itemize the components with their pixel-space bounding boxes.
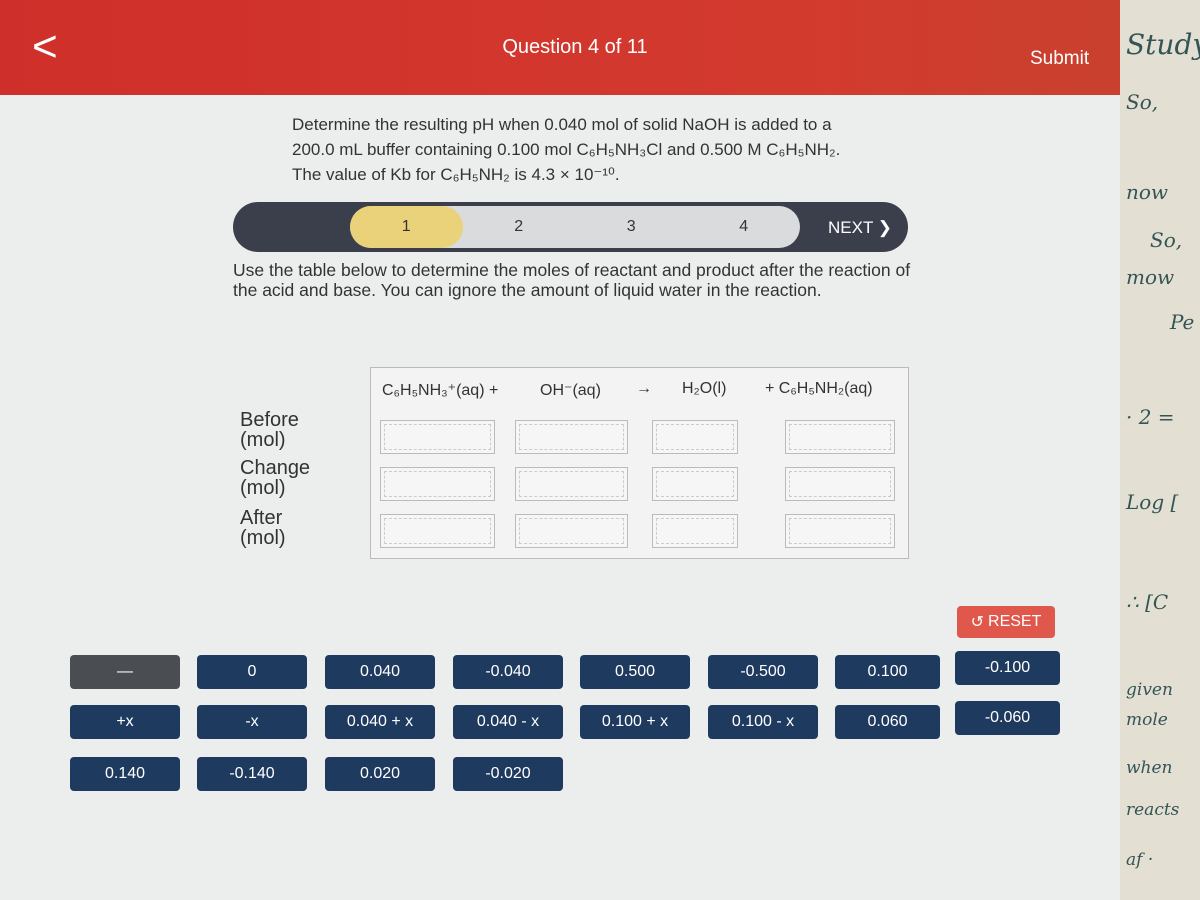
note-line: af · [1126,850,1154,870]
answer-tile[interactable]: -0.140 [197,757,307,791]
answer-tile[interactable]: 0.040 [325,655,435,689]
answer-tile[interactable]: 0.100 + x [580,705,690,739]
answer-drop-cell[interactable] [652,420,738,454]
question-counter: Question 4 of 11 [502,36,648,58]
answer-drop-cell[interactable] [380,420,495,454]
chevron-left-icon[interactable]: < [32,22,58,72]
row-label-before: Before (mol) [240,409,299,451]
answer-drop-cell[interactable] [380,514,495,548]
answer-tile[interactable]: 0.140 [70,757,180,791]
answer-tile[interactable]: 0.100 [835,655,940,689]
answer-tile[interactable]: -0.100 [955,651,1060,685]
note-line: So, [1126,90,1159,114]
note-line: reacts [1126,800,1180,820]
instruction-text: Use the table below to determine the mol… [233,260,911,300]
note-line: now [1126,180,1169,204]
answer-tile[interactable]: 0.040 + x [325,705,435,739]
answer-tile[interactable]: -x [197,705,307,739]
note-line: ∴ [C [1126,590,1169,614]
answer-tile[interactable]: +x [70,705,180,739]
reset-label: RESET [988,613,1042,630]
reset-button[interactable]: ↺ RESET [957,606,1055,638]
row-label-change: Change (mol) [240,457,311,499]
answer-drop-cell[interactable] [785,514,895,548]
note-line: Pe [1170,310,1195,334]
answer-tile[interactable]: -0.060 [955,701,1060,735]
answer-tile[interactable]: — [70,655,180,689]
note-line: given [1126,680,1173,700]
answer-drop-cell[interactable] [785,420,895,454]
answer-tile[interactable]: 0 [197,655,307,689]
note-line: Log [ [1126,490,1179,514]
equation-species: C₆H₅NH₃⁺(aq) + [382,382,499,399]
answer-tile[interactable]: 0.020 [325,757,435,791]
answer-tile[interactable]: 0.060 [835,705,940,739]
note-line: when [1126,758,1173,778]
row-label-after: After (mol) [240,507,286,549]
step-tab-2[interactable]: 2 [463,206,576,248]
answer-tile[interactable]: -0.040 [453,655,563,689]
answer-drop-cell[interactable] [515,467,628,501]
submit-button[interactable]: Submit [1030,48,1089,70]
note-line: So, [1150,228,1183,252]
answer-drop-cell[interactable] [380,467,495,501]
answer-tile[interactable]: 0.100 - x [708,705,818,739]
handwritten-notes: Study So, now So, mow Pe · 2 = Log [ ∴ [… [1120,0,1200,900]
step-tabs: 1 2 3 4 [350,206,800,248]
answer-drop-cell[interactable] [652,514,738,548]
answer-drop-cell[interactable] [515,420,628,454]
answer-tile[interactable]: -0.500 [708,655,818,689]
answer-drop-cell[interactable] [652,467,738,501]
answer-drop-cell[interactable] [785,467,895,501]
note-line: mow [1126,265,1175,289]
arrow-icon: → [636,380,652,397]
step-tab-4[interactable]: 4 [688,206,801,248]
answer-drop-cell[interactable] [515,514,628,548]
question-text: Determine the resulting pH when 0.040 mo… [292,115,841,184]
equation-species: H₂O(l) [682,380,727,397]
answer-tile[interactable]: 0.500 [580,655,690,689]
answer-tile[interactable]: -0.020 [453,757,563,791]
note-line: Study [1126,28,1200,61]
note-line: · 2 = [1126,405,1175,429]
step-tab-1[interactable]: 1 [350,206,463,248]
note-line: mole [1126,710,1168,730]
undo-icon: ↺ [970,614,985,631]
answer-tile[interactable]: 0.040 - x [453,705,563,739]
step-tab-3[interactable]: 3 [575,206,688,248]
equation-species: OH⁻(aq) [540,382,601,399]
next-button[interactable]: NEXT ❯ [828,218,892,238]
equation-species: + C₆H₅NH₂(aq) [765,380,873,397]
